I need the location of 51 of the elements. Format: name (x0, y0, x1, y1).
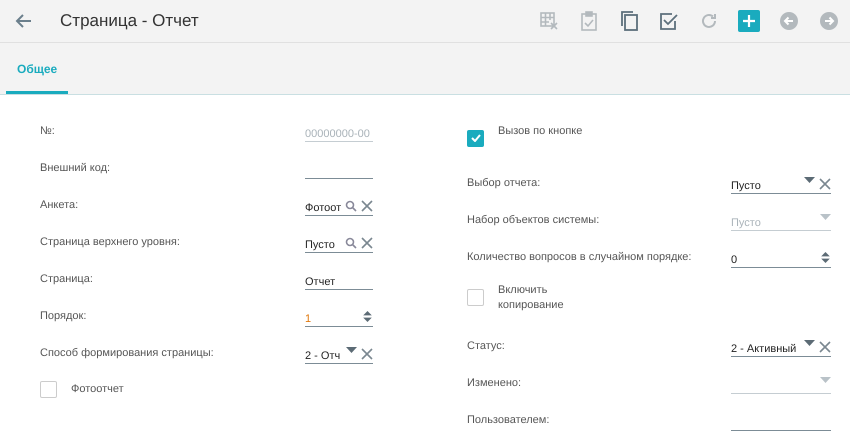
copy-icon (619, 10, 639, 32)
checkbox-label: Фотоотчет (71, 382, 125, 397)
spinner-icon[interactable] (820, 252, 831, 262)
field-label: Страница: (40, 272, 93, 284)
field-label: Выбор отчета: (467, 176, 540, 188)
close-icon[interactable] (819, 178, 831, 190)
input-field[interactable]: 0 (731, 246, 831, 268)
clipboard-check-icon (580, 11, 598, 31)
input-field[interactable]: Отчет (305, 268, 373, 290)
plus-icon (742, 14, 756, 28)
search-icon[interactable] (345, 236, 357, 248)
dropdown-field[interactable]: 2 - Активный (731, 334, 831, 356)
field-label: №: (40, 124, 55, 136)
field-label: Порядок: (40, 310, 86, 322)
page-title: Страница - Отчет (60, 11, 200, 31)
checkbox[interactable] (467, 289, 484, 306)
add-button[interactable] (738, 10, 760, 32)
dropdown-field[interactable]: Пусто (731, 172, 831, 194)
field-label: Страница верхнего уровня: (40, 236, 180, 248)
table-delete-icon (539, 11, 559, 31)
caret-icon[interactable] (346, 344, 357, 356)
field-label: Пользователем: (467, 414, 550, 426)
arrow-left-icon (779, 11, 799, 31)
copy-button[interactable] (618, 10, 640, 32)
check-icon (470, 134, 480, 142)
search-icon[interactable] (345, 200, 358, 212)
field-label: Способ формирования страницы: (40, 346, 214, 358)
dropdown-field[interactable]: 2 - Отч (305, 342, 373, 364)
field-label: Набор объектов системы: (467, 214, 600, 226)
field-label: Анкета: (40, 198, 78, 210)
field-label: Количество вопросов в случайном порядке: (467, 250, 692, 262)
close-icon[interactable] (361, 348, 373, 360)
close-icon[interactable] (361, 200, 374, 212)
caret-icon[interactable] (804, 338, 815, 348)
checkbox[interactable] (40, 381, 57, 398)
checkbox-icon (659, 11, 679, 31)
input-field[interactable]: Пусто (305, 230, 373, 252)
checkbox-label: Вызов по кнопке (498, 124, 584, 138)
checkbox[interactable] (467, 130, 484, 146)
field-label: Внешний код: (40, 162, 110, 174)
close-icon[interactable] (819, 340, 831, 352)
check-button[interactable] (658, 10, 680, 32)
close-icon[interactable] (361, 236, 373, 248)
caret-icon[interactable] (804, 174, 815, 186)
field-label: Изменено: (467, 376, 522, 388)
field-label: Статус: (467, 340, 505, 352)
arrow-right-icon (819, 11, 839, 31)
checkbox-label: Включить копирование (498, 283, 565, 313)
spinner-icon[interactable] (362, 310, 373, 322)
input-field[interactable]: Фотоот (305, 194, 373, 216)
refresh-icon (700, 12, 718, 30)
